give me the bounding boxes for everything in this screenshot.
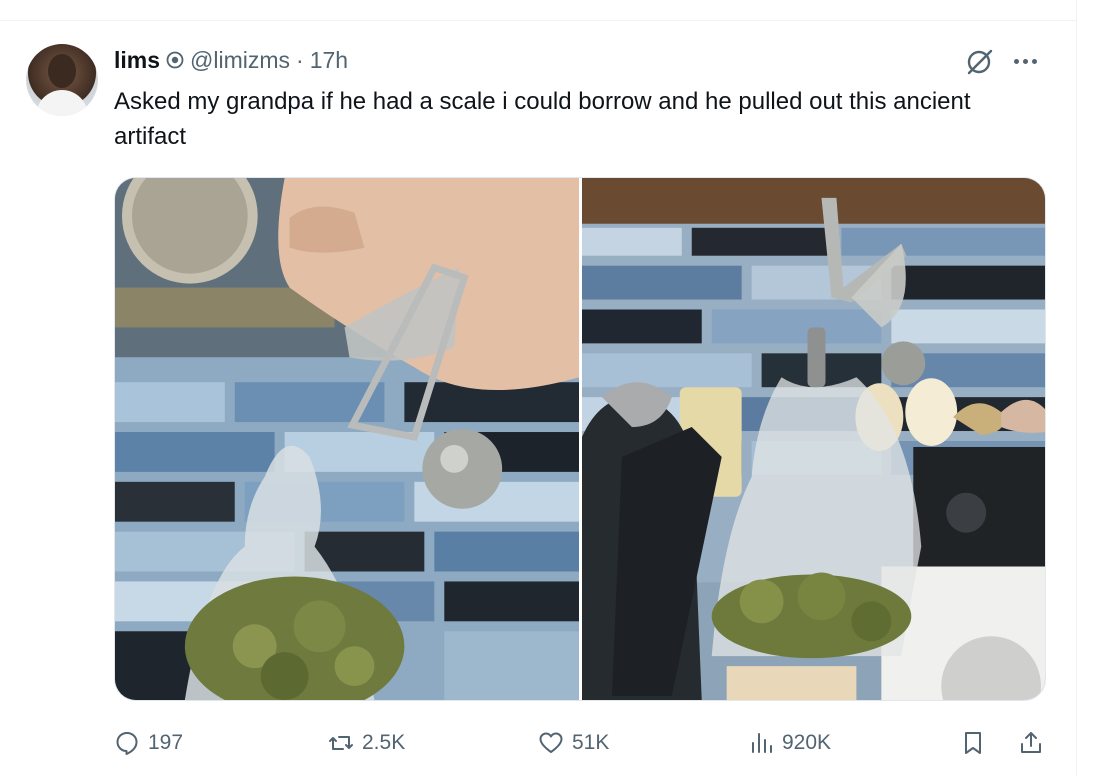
views-icon bbox=[752, 733, 772, 753]
timeline-border bbox=[1076, 0, 1077, 776]
heart-icon bbox=[539, 732, 563, 753]
photo-scale-over-stove[interactable] bbox=[582, 178, 1045, 700]
share-button[interactable] bbox=[1018, 726, 1044, 760]
tweet-actions: 197 2.5K 51K 920K bbox=[114, 726, 1046, 760]
avatar[interactable] bbox=[26, 44, 98, 116]
like-count: 51K bbox=[572, 731, 610, 754]
author-handle[interactable]: @limizms bbox=[190, 47, 290, 74]
timestamp[interactable]: 17h bbox=[310, 47, 348, 74]
bookmark-button[interactable] bbox=[960, 726, 986, 760]
photo-scale-in-hand[interactable] bbox=[115, 178, 579, 700]
share-icon bbox=[1021, 732, 1041, 753]
tweet-media[interactable] bbox=[114, 177, 1046, 701]
repost-icon bbox=[329, 736, 353, 750]
view-count: 920K bbox=[782, 731, 832, 754]
tweet-header: lims @limizms · 17h bbox=[114, 44, 348, 76]
tweet-text: Asked my grandpa if he had a scale i cou… bbox=[114, 88, 971, 150]
reply-count: 197 bbox=[148, 731, 184, 754]
views-button[interactable]: 920K bbox=[748, 726, 831, 760]
like-button[interactable]: 51K bbox=[538, 726, 609, 760]
more-icon[interactable] bbox=[1014, 50, 1048, 72]
separator-dot: · bbox=[296, 46, 304, 73]
reply-button[interactable]: 197 bbox=[114, 726, 183, 760]
tweet-page: lims @limizms · 17h Asked my grandpa if … bbox=[0, 0, 1104, 776]
verified-icon bbox=[166, 51, 184, 69]
repost-button[interactable]: 2.5K bbox=[328, 726, 405, 760]
top-divider bbox=[0, 20, 1076, 21]
reply-icon bbox=[116, 732, 138, 755]
bookmark-icon bbox=[965, 732, 981, 754]
grok-icon[interactable] bbox=[962, 46, 998, 78]
repost-count: 2.5K bbox=[362, 731, 406, 754]
author-name[interactable]: lims bbox=[114, 47, 160, 74]
